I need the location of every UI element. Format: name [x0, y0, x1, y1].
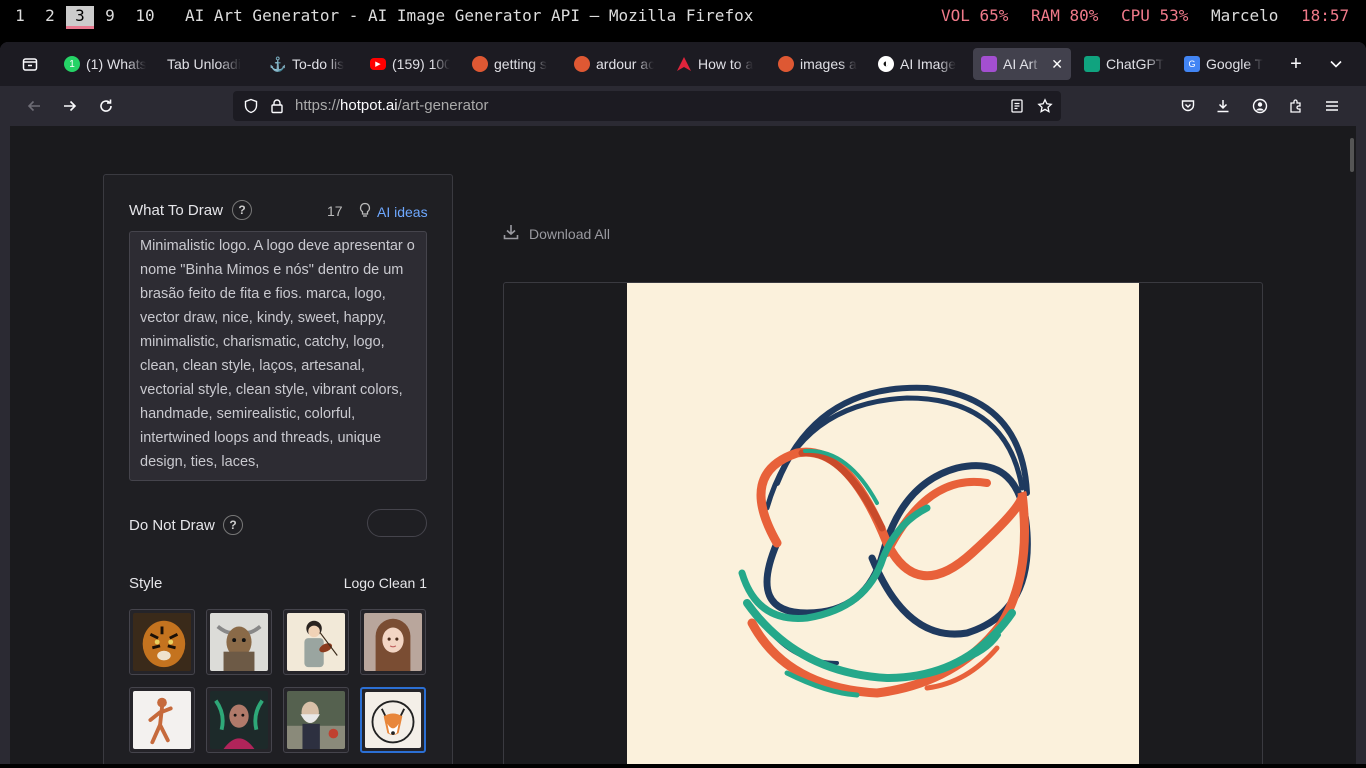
reload-icon[interactable] [94, 94, 118, 118]
help-icon[interactable]: ? [223, 515, 243, 535]
tab-getting[interactable]: getting s [464, 48, 560, 80]
tab-ardour[interactable]: ardour ac [566, 48, 662, 80]
style-thumb-cyber-woman[interactable] [206, 687, 272, 753]
tab-youtube[interactable]: ▶ (159) 100 [362, 48, 458, 80]
tab-label: Tab Unloadi [167, 56, 241, 72]
user-name: Marcelo [1211, 6, 1279, 25]
char-count: 17 [327, 203, 343, 219]
tab-label: To-do lis [292, 56, 345, 72]
selected-style-name: Logo Clean 1 [343, 575, 427, 591]
tab-images[interactable]: images a [770, 48, 866, 80]
anchor-icon: ⚓ [269, 55, 287, 72]
tab-todo[interactable]: ⚓ To-do lis [262, 48, 354, 80]
bookmark-star-icon[interactable] [1033, 94, 1057, 118]
openai-icon [1084, 56, 1100, 72]
account-icon[interactable] [1248, 94, 1272, 118]
clock: 18:57 [1301, 6, 1350, 25]
tab-ai-image[interactable]: ◐ AI Image [870, 48, 966, 80]
youtube-icon: ▶ [370, 58, 386, 70]
tab-howto[interactable]: How to a [668, 48, 764, 80]
list-tabs-icon[interactable] [1324, 52, 1348, 76]
new-tab-icon[interactable]: + [1284, 52, 1308, 76]
help-icon[interactable]: ? [232, 200, 252, 220]
tracking-shield-icon[interactable] [239, 94, 263, 118]
tab-label: How to a [698, 56, 754, 72]
download-all-label: Download All [529, 225, 610, 242]
workspace-1[interactable]: 1 [12, 6, 28, 26]
google-translate-icon: G [1184, 56, 1200, 72]
back-icon[interactable] [22, 94, 46, 118]
tab-strip: 1 (1) Whats Tab Unloadi ⚓ To-do lis ▶ (1… [0, 42, 1366, 86]
lock-icon[interactable] [265, 94, 289, 118]
tab-label: (1) Whats [86, 56, 146, 72]
infinity-logo-image [627, 283, 1139, 764]
workspace-2[interactable]: 2 [42, 6, 58, 26]
menu-hamburger-icon[interactable] [1320, 94, 1344, 118]
hotpot-icon [981, 56, 997, 72]
steam-icon: ◐ [878, 56, 894, 72]
style-thumb-fox-logo[interactable] [360, 687, 426, 753]
pocket-icon[interactable] [1176, 94, 1200, 118]
style-thumb-old-man-painting[interactable] [283, 687, 349, 753]
download-all-button[interactable]: Download All [503, 224, 610, 243]
reader-view-icon[interactable] [1005, 94, 1029, 118]
style-label: Style [129, 575, 163, 592]
generated-image-container [503, 282, 1263, 764]
tab-whatsapp[interactable]: 1 (1) Whats [56, 48, 154, 80]
tab-label: AI Image [900, 56, 957, 72]
window-title: AI Art Generator - AI Image Generator AP… [185, 6, 754, 25]
arch-icon [676, 56, 692, 72]
tab-ai-art-generator[interactable]: AI Art G ✕ [973, 48, 1071, 80]
generated-image[interactable] [627, 283, 1139, 764]
workspace-9[interactable]: 9 [102, 6, 118, 26]
download-icon [503, 224, 519, 243]
tab-label: getting s [494, 56, 547, 72]
what-to-draw-label: What To Draw [129, 202, 223, 219]
cpu-indicator: CPU 53% [1121, 6, 1189, 25]
workspace-10[interactable]: 10 [134, 6, 156, 26]
tab-label: Google T [1206, 56, 1264, 72]
tab-google-translate[interactable]: G Google T [1176, 48, 1272, 80]
tab-unloader[interactable]: Tab Unloadi [159, 48, 251, 80]
prompt-textarea[interactable]: Minimalistic logo. A logo deve apresenta… [129, 231, 427, 481]
style-thumb-armored-bull[interactable] [206, 609, 272, 675]
whatsapp-icon: 1 [64, 56, 80, 72]
tab-label: AI Art G [1003, 56, 1041, 72]
tab-label: (159) 100 [392, 56, 450, 72]
duckduckgo-icon [778, 56, 794, 72]
duckduckgo-icon [574, 56, 590, 72]
style-thumb-tiger[interactable] [129, 609, 195, 675]
lightbulb-icon [358, 202, 372, 221]
volume-indicator: VOL 65% [941, 6, 1009, 25]
ai-ideas-link[interactable]: AI ideas [358, 202, 428, 221]
tab-label: images a [800, 56, 857, 72]
style-thumb-copper-figure[interactable] [129, 687, 195, 753]
page-scrollbar[interactable] [1350, 138, 1354, 172]
address-bar[interactable]: https://hotpot.ai/art-generator [233, 91, 1061, 121]
style-thumb-violinist[interactable] [283, 609, 349, 675]
forward-icon[interactable] [58, 94, 82, 118]
system-status-bar: 1 2 3 9 10 AI Art Generator - AI Image G… [0, 0, 1366, 32]
navigation-toolbar: https://hotpot.ai/art-generator [0, 86, 1366, 126]
tab-label: ardour ac [596, 56, 654, 72]
firefox-view-icon[interactable] [18, 52, 42, 76]
firefox-window: 1 (1) Whats Tab Unloadi ⚓ To-do lis ▶ (1… [0, 42, 1366, 764]
do-not-draw-toggle[interactable] [367, 509, 427, 537]
close-tab-icon[interactable]: ✕ [1051, 56, 1063, 73]
url-text[interactable]: https://hotpot.ai/art-generator [295, 91, 488, 121]
generator-form-panel: What To Draw ? 17 AI ideas Minimalistic … [103, 174, 453, 764]
duckduckgo-icon [472, 56, 488, 72]
ai-ideas-label: AI ideas [377, 203, 428, 220]
do-not-draw-label: Do Not Draw [129, 517, 215, 534]
extensions-icon[interactable] [1284, 94, 1308, 118]
style-grid [129, 609, 429, 753]
page-content: What To Draw ? 17 AI ideas Minimalistic … [10, 126, 1356, 764]
style-thumb-anime-girl[interactable] [360, 609, 426, 675]
downloads-icon[interactable] [1211, 94, 1235, 118]
tab-label: ChatGPT [1106, 56, 1165, 72]
workspace-3[interactable]: 3 [66, 6, 94, 29]
ram-indicator: RAM 80% [1031, 6, 1099, 25]
tab-chatgpt[interactable]: ChatGPT [1076, 48, 1174, 80]
